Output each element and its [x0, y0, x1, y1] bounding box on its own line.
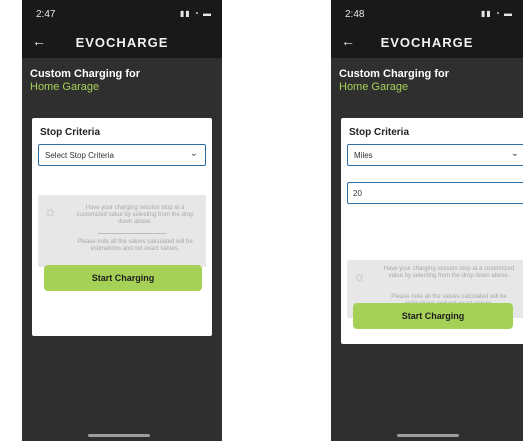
app-bar: ← EVOCHARGE [22, 26, 222, 58]
app-title: EVOCHARGE [380, 35, 474, 50]
status-icons: ▮▮ ◔ ▬ [179, 9, 212, 18]
status-time: 2:47 [36, 9, 56, 20]
status-icons: ▮▮ ◔ ▬ [480, 9, 513, 18]
stop-criteria-card: Stop Criteria Miles ⌄ ☼ Have your chargi… [341, 118, 523, 344]
miles-input[interactable] [347, 182, 523, 204]
info-text-primary: Have your charging session stop at a cus… [383, 266, 515, 279]
phone-screen-1: 2:47 ▮▮ ◔ ▬ ← EVOCHARGE Custom Charging … [22, 0, 222, 441]
app-title: EVOCHARGE [75, 35, 169, 50]
info-divider [98, 233, 166, 234]
status-time: 2:48 [345, 9, 365, 20]
phone-screen-2: 2:48 ▮▮ ◔ ▬ ← EVOCHARGE Custom Charging … [331, 0, 523, 441]
info-text-note: Please note all the values calculated wi… [77, 239, 193, 252]
lightbulb-icon: ☼ [353, 268, 366, 284]
page-heading: Custom Charging for [30, 68, 140, 80]
select-value: Miles [354, 151, 373, 160]
stop-criteria-select[interactable]: Miles ⌄ [347, 144, 523, 166]
page-heading: Custom Charging for [339, 68, 449, 80]
info-box: ☼ Have your charging session stop at a c… [38, 195, 206, 267]
start-charging-button[interactable]: Start Charging [353, 303, 513, 329]
stop-criteria-select[interactable]: Select Stop Criteria ⌄ [38, 144, 206, 166]
location-name: Home Garage [339, 81, 409, 93]
home-indicator[interactable] [88, 434, 150, 437]
location-name: Home Garage [30, 81, 100, 93]
card-title: Stop Criteria [40, 127, 101, 138]
chevron-down-icon: ⌄ [510, 148, 519, 159]
chevron-down-icon: ⌄ [189, 148, 198, 159]
app-bar: ← EVOCHARGE [331, 26, 523, 58]
card-title: Stop Criteria [349, 127, 410, 138]
lightbulb-icon: ☼ [44, 203, 57, 219]
home-indicator[interactable] [397, 434, 459, 437]
start-charging-button[interactable]: Start Charging [44, 265, 202, 291]
stop-criteria-card: Stop Criteria Select Stop Criteria ⌄ ☼ H… [32, 118, 212, 336]
select-value: Select Stop Criteria [45, 151, 114, 160]
info-text-primary: Have your charging session stop at a cus… [76, 205, 194, 225]
